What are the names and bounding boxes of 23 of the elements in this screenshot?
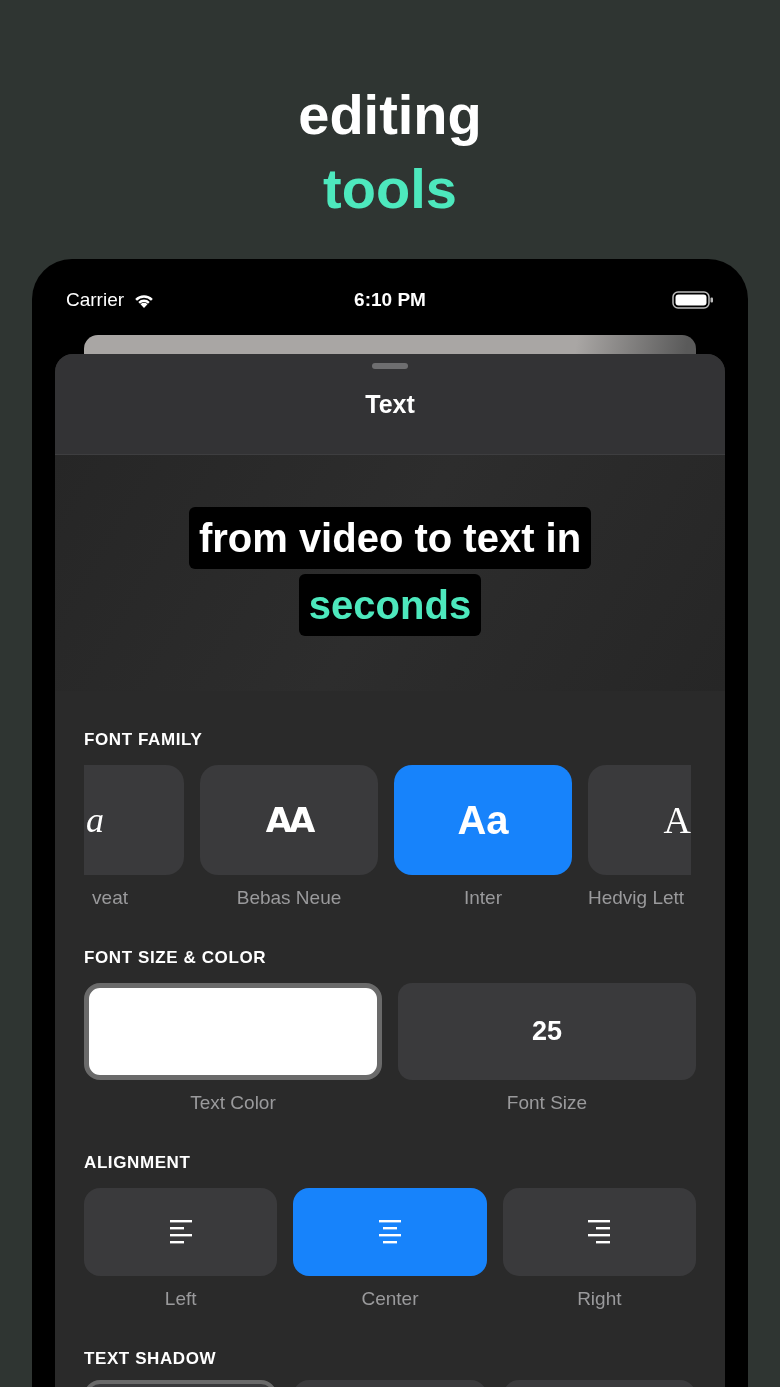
headline-text: editing <box>298 82 482 148</box>
font-name: Bebas Neue <box>236 887 342 909</box>
font-tile[interactable]: AA <box>200 765 378 875</box>
font-name: veat <box>92 887 129 909</box>
section-label: FONT FAMILY <box>84 729 204 751</box>
font-tile[interactable]: a <box>84 765 184 875</box>
align-caption: Center <box>361 1288 419 1310</box>
swatch-caption: Text Color <box>190 1092 276 1114</box>
section-label: TEXT SHADOW <box>84 1348 218 1370</box>
font-tile[interactable]: A <box>588 765 691 875</box>
align-caption: Left <box>164 1288 197 1310</box>
sheet-title: Text <box>55 354 725 455</box>
font-size-field[interactable]: 25 <box>398 983 696 1080</box>
carrier-label: Carrier <box>66 289 125 311</box>
field-caption: Font Size <box>506 1092 588 1114</box>
font-tile[interactable]: Aa <box>394 765 572 875</box>
headline-text: tools <box>323 156 457 222</box>
font-name: Hedvig Lett <box>588 887 685 909</box>
section-label: ALIGNMENT <box>84 1152 192 1174</box>
section-label: FONT SIZE & COLOR <box>84 947 268 969</box>
align-caption: Right <box>577 1288 622 1310</box>
font-name: Inter <box>464 887 502 909</box>
status-time: 6:10 PM <box>354 289 426 311</box>
